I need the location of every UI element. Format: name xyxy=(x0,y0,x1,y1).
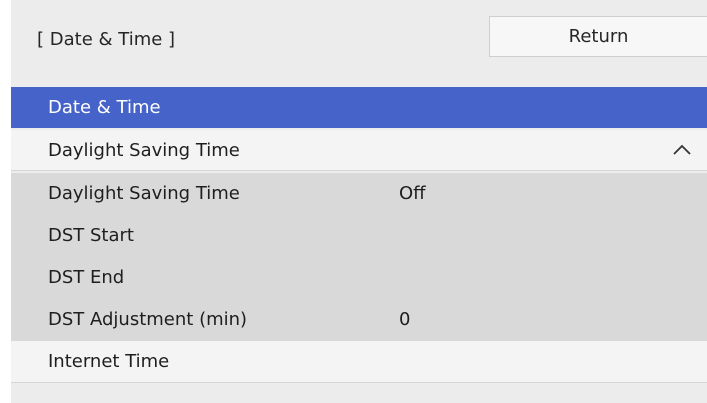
chevron-up-icon[interactable] xyxy=(673,144,691,156)
menu-item-label: Date & Time xyxy=(48,97,161,118)
setting-dst-start[interactable]: DST Start xyxy=(11,215,707,257)
setting-daylight-saving-time[interactable]: Daylight Saving Time Off xyxy=(11,173,707,215)
setting-label: DST Start xyxy=(48,225,134,246)
setting-dst-adjustment[interactable]: DST Adjustment (min) 0 xyxy=(11,299,707,341)
setting-label: Daylight Saving Time xyxy=(48,183,240,204)
setting-dst-end[interactable]: DST End xyxy=(11,257,707,299)
setting-label: DST End xyxy=(48,267,125,288)
menu-group-daylight-saving-time[interactable]: Daylight Saving Time xyxy=(11,130,707,171)
setting-value: Off xyxy=(399,183,426,204)
menu-item-label: Internet Time xyxy=(48,351,170,372)
menu-item-internet-time[interactable]: Internet Time xyxy=(11,341,707,383)
date-time-settings-screen: [ Date & Time ] Return Date & Time Dayli… xyxy=(0,0,707,403)
return-button[interactable]: Return xyxy=(489,16,707,57)
page-title: [ Date & Time ] xyxy=(37,29,176,50)
menu-item-date-time[interactable]: Date & Time xyxy=(11,87,707,128)
setting-label: DST Adjustment (min) xyxy=(48,309,248,330)
menu-group-label: Daylight Saving Time xyxy=(48,140,240,161)
setting-value: 0 xyxy=(399,309,411,330)
